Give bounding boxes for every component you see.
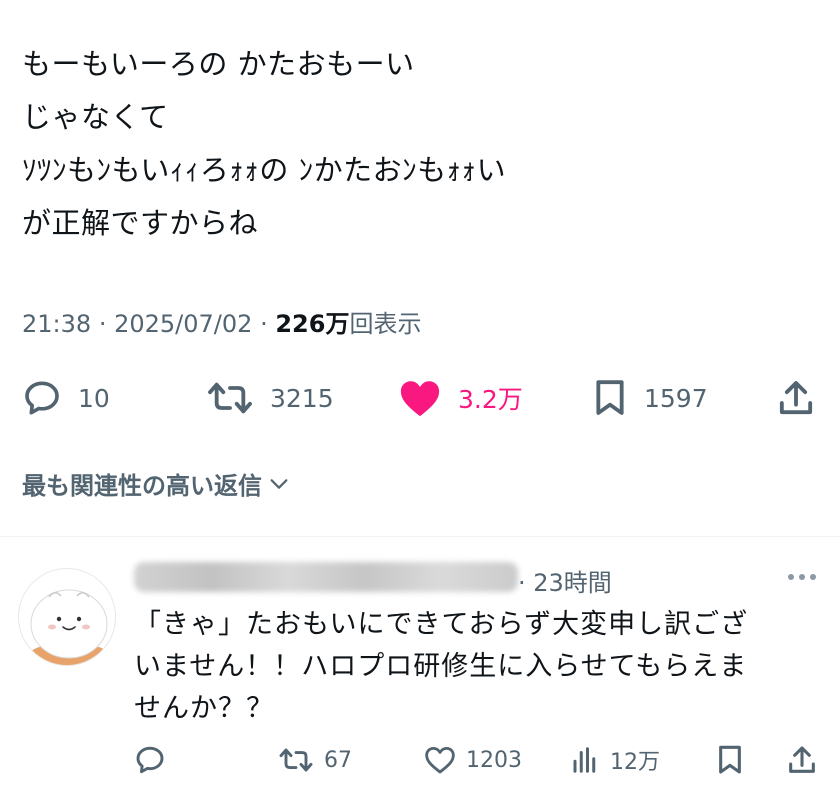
reply-text: 「きゃ」たおもいにできておらず大変申し訳ござ いません！！ハロプロ研修生に入らせ… (134, 604, 824, 730)
reply-like-count: 1203 (466, 747, 522, 773)
meta-separator: · (98, 310, 107, 338)
share-upload-icon (789, 746, 815, 773)
reply-time-value[interactable]: 23時間 (533, 569, 612, 597)
reply-share-button[interactable] (786, 738, 818, 782)
retweet-arrows-icon (208, 382, 252, 414)
tweet-text: もーもいーろの かたおもーい じゃなくて ｿﾂﾝもﾝもいｨｨろｫｫの ﾝかたおﾝ… (22, 38, 822, 250)
reply-bookmark-button[interactable] (716, 738, 744, 782)
retweet-arrows-icon (279, 748, 313, 772)
bookmark-icon (596, 380, 624, 415)
divider (0, 536, 840, 537)
bar-chart-icon (573, 747, 596, 773)
avatar[interactable] (18, 568, 116, 666)
tweet-time[interactable]: 21:38 (22, 310, 91, 338)
heart-icon (425, 747, 455, 774)
speech-bubble-icon (25, 381, 59, 415)
reply-like-button[interactable]: 1203 (424, 738, 522, 782)
views-label: 回表示 (349, 310, 422, 338)
reply-sort-dropdown[interactable]: 最も関連性の高い返信 (22, 466, 290, 501)
sort-label: 最も関連性の高い返信 (22, 472, 262, 500)
bookmark-button[interactable]: 1597 (592, 370, 708, 426)
tweet-line: が正解ですからね (22, 206, 259, 240)
retweet-count: 3215 (270, 383, 334, 413)
reply-button[interactable]: 10 (22, 370, 110, 426)
bookmark-count: 1597 (644, 383, 708, 413)
more-dots-icon (788, 574, 816, 580)
reply-line: いません！！ハロプロ研修生に入らせてもらえま (134, 651, 748, 682)
like-button[interactable]: 3.2万 (398, 370, 523, 426)
tweet-meta: 21:38 · 2025/07/02 · 226万回表示 (22, 304, 421, 339)
reply-views-count: 12万 (610, 750, 660, 775)
reply-line: 「きゃ」たおもいにできておらず大変申し訳ござ (134, 609, 749, 640)
tweet-action-bar: 10 3215 3.2万 1597 (0, 370, 840, 426)
avatar-image (19, 569, 115, 665)
tweet-line: ｿﾂﾝもﾝもいｨｨろｫｫの ﾝかたおﾝもｫｫい (22, 153, 507, 187)
tweet-date[interactable]: 2025/07/02 (114, 310, 252, 338)
heart-icon (400, 381, 440, 417)
reply-time: · 23時間 (518, 569, 612, 597)
reply-reply-button[interactable] (134, 738, 166, 782)
reply-retweet-button[interactable]: 67 (278, 738, 352, 782)
views-count: 226万 (275, 310, 350, 338)
meta-separator: · (260, 310, 268, 338)
chevron-down-icon (270, 478, 288, 489)
tweet-line: じゃなくて (22, 100, 169, 134)
speech-bubble-icon (136, 746, 164, 774)
more-button[interactable] (782, 562, 822, 592)
share-button[interactable] (776, 370, 816, 426)
bookmark-icon (719, 745, 741, 774)
tweet-line: もーもいーろの かたおもーい (22, 47, 415, 81)
reply-line: せんか？？ (134, 693, 274, 724)
like-count: 3.2万 (458, 385, 523, 414)
reply-retweet-count: 67 (324, 747, 352, 773)
reply-count: 10 (78, 383, 110, 413)
reply-views-button[interactable]: 12万 (570, 738, 660, 782)
reply-action-bar: 67 1203 12万 (0, 738, 840, 782)
share-upload-icon (779, 381, 813, 415)
blurred-username[interactable] (134, 562, 518, 592)
retweet-button[interactable]: 3215 (206, 370, 334, 426)
